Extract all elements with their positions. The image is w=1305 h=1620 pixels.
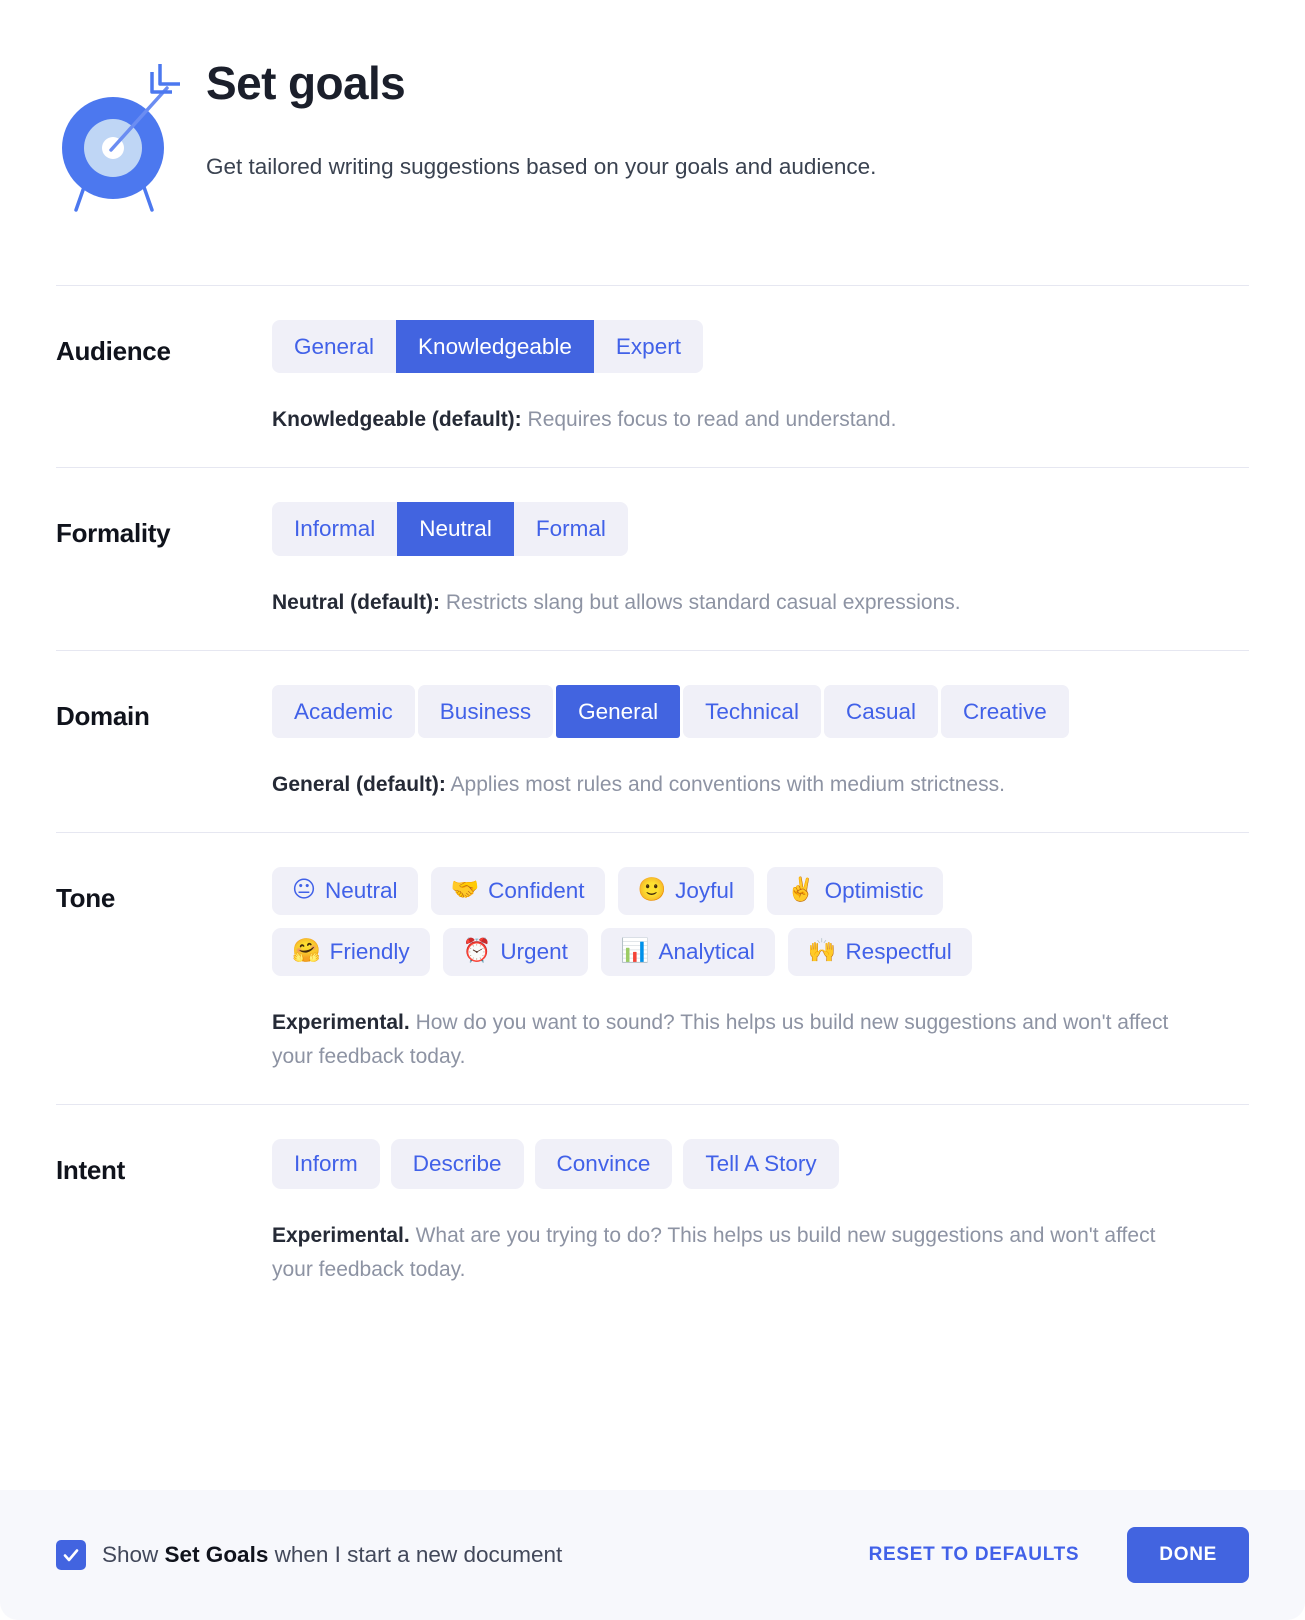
tone-option-optimistic[interactable]: ✌️ Optimistic bbox=[766, 866, 944, 915]
audience-segmented-control[interactable]: General Knowledgeable Expert bbox=[272, 320, 703, 374]
section-label-intent: Intent bbox=[56, 1154, 125, 1185]
tone-option-respectful[interactable]: 🙌 Respectful bbox=[787, 927, 972, 976]
done-button[interactable]: DONE bbox=[1127, 1527, 1249, 1583]
domain-option-casual[interactable]: Casual bbox=[823, 684, 938, 738]
tone-option-urgent[interactable]: ⏰ Urgent bbox=[442, 927, 588, 976]
dialog-footer: Show Set Goals when I start a new docume… bbox=[0, 1490, 1305, 1620]
audience-option-expert[interactable]: Expert bbox=[594, 320, 703, 373]
tone-option-label: Urgent bbox=[500, 938, 568, 964]
intent-option-convince[interactable]: Convince bbox=[534, 1138, 673, 1189]
target-arrow-icon bbox=[56, 52, 206, 223]
handshake-emoji: 🤝 bbox=[450, 877, 480, 904]
formality-helper-text: Neutral (default): Restricts slang but a… bbox=[272, 586, 1202, 620]
victory-hand-emoji: ✌️ bbox=[786, 877, 816, 904]
checkbox-label-strong: Set Goals bbox=[164, 1542, 269, 1567]
dialog-header: Set goals Get tailored writing suggestio… bbox=[56, 0, 1249, 223]
section-content-intent: Inform Describe Convince Tell A Story Ex… bbox=[272, 1138, 1249, 1287]
section-audience: Audience General Knowledgeable Expert Kn… bbox=[56, 286, 1249, 467]
intent-option-describe[interactable]: Describe bbox=[390, 1138, 524, 1189]
set-goals-dialog: Set goals Get tailored writing suggestio… bbox=[0, 0, 1305, 1620]
checkbox-label-pre: Show bbox=[102, 1542, 165, 1567]
tone-option-label: Neutral bbox=[324, 877, 398, 903]
intent-option-tell-a-story[interactable]: Tell A Story bbox=[683, 1138, 839, 1189]
tone-option-analytical[interactable]: 📊 Analytical bbox=[600, 927, 775, 976]
dialog-body: Set goals Get tailored writing suggestio… bbox=[0, 0, 1305, 1490]
domain-option-general[interactable]: General bbox=[556, 684, 681, 738]
checkbox-label-post: when I start a new document bbox=[268, 1542, 563, 1567]
hugging-face-emoji: 🤗 bbox=[292, 938, 321, 965]
intent-helper-text: Experimental. What are you trying to do?… bbox=[272, 1219, 1202, 1287]
formality-option-neutral[interactable]: Neutral bbox=[397, 502, 514, 556]
domain-option-group[interactable]: Academic Business General Technical Casu… bbox=[272, 684, 1249, 738]
domain-option-business[interactable]: Business bbox=[417, 684, 554, 738]
domain-helper-rest: Applies most rules and conventions with … bbox=[445, 772, 1005, 796]
formality-option-formal[interactable]: Formal bbox=[514, 502, 628, 555]
reset-to-defaults-button[interactable]: RESET TO DEFAULTS bbox=[855, 1534, 1094, 1576]
tone-option-joyful[interactable]: 🙂 Joyful bbox=[617, 866, 754, 915]
header-text-block: Set goals Get tailored writing suggestio… bbox=[206, 52, 1249, 183]
audience-option-knowledgeable[interactable]: Knowledgeable bbox=[396, 320, 594, 374]
tone-helper-strong: Experimental. bbox=[272, 1010, 410, 1034]
section-label-audience: Audience bbox=[56, 336, 171, 366]
section-intent: Intent Inform Describe Convince Tell A S… bbox=[56, 1105, 1249, 1317]
audience-helper-rest: Requires focus to read and understand. bbox=[521, 408, 897, 432]
section-content-formality: Informal Neutral Formal Neutral (default… bbox=[272, 502, 1249, 619]
audience-helper-text: Knowledgeable (default): Requires focus … bbox=[272, 403, 1202, 437]
neutral-face-emoji: 😐 bbox=[292, 877, 316, 904]
section-content-domain: Academic Business General Technical Casu… bbox=[272, 684, 1249, 802]
tone-option-confident[interactable]: 🤝 Confident bbox=[430, 866, 605, 915]
page-title: Set goals bbox=[206, 57, 406, 109]
show-set-goals-checkbox[interactable] bbox=[56, 1540, 86, 1570]
tone-option-label: Optimistic bbox=[824, 877, 924, 903]
intent-helper-strong: Experimental. bbox=[272, 1223, 410, 1247]
section-content-audience: General Knowledgeable Expert Knowledgeab… bbox=[272, 320, 1249, 437]
section-formality: Formality Informal Neutral Formal Neutra… bbox=[56, 468, 1249, 649]
section-content-tone: 😐 Neutral 🤝 Confident 🙂 Joyful ✌️ Optimi… bbox=[272, 866, 1249, 1074]
tone-option-friendly[interactable]: 🤗 Friendly bbox=[272, 927, 430, 976]
audience-helper-strong: Knowledgeable (default): bbox=[272, 408, 522, 432]
section-label-formality: Formality bbox=[56, 518, 171, 549]
domain-option-academic[interactable]: Academic bbox=[272, 684, 415, 738]
tone-option-neutral[interactable]: 😐 Neutral bbox=[272, 866, 418, 915]
tone-option-label: Friendly bbox=[329, 938, 410, 964]
formality-helper-rest: Restricts slang but allows standard casu… bbox=[440, 590, 961, 614]
section-domain: Domain Academic Business General Technic… bbox=[56, 651, 1249, 832]
section-label-domain: Domain bbox=[56, 700, 150, 731]
formality-segmented-control[interactable]: Informal Neutral Formal bbox=[272, 502, 628, 556]
footer-left-group: Show Set Goals when I start a new docume… bbox=[56, 1540, 835, 1570]
domain-option-technical[interactable]: Technical bbox=[683, 684, 821, 738]
domain-helper-text: General (default): Applies most rules an… bbox=[272, 768, 1202, 802]
tone-option-label: Respectful bbox=[845, 938, 952, 964]
alarm-clock-emoji: ⏰ bbox=[462, 938, 492, 965]
section-tone: Tone 😐 Neutral 🤝 Confident 🙂 Joyful ✌️ O… bbox=[56, 833, 1249, 1104]
tone-helper-text: Experimental. How do you want to sound? … bbox=[272, 1006, 1202, 1074]
section-label-tone: Tone bbox=[56, 882, 115, 913]
tone-option-group[interactable]: 😐 Neutral 🤝 Confident 🙂 Joyful ✌️ Optimi… bbox=[272, 866, 1062, 976]
tone-option-label: Confident bbox=[488, 877, 585, 903]
formality-helper-strong: Neutral (default): bbox=[272, 590, 440, 614]
audience-option-general[interactable]: General bbox=[272, 320, 396, 373]
tone-option-label: Analytical bbox=[658, 938, 755, 964]
formality-option-informal[interactable]: Informal bbox=[272, 502, 397, 555]
bar-chart-emoji: 📊 bbox=[620, 938, 650, 965]
slightly-smiling-face-emoji: 🙂 bbox=[637, 877, 667, 904]
intent-option-group[interactable]: Inform Describe Convince Tell A Story bbox=[272, 1138, 1249, 1189]
intent-option-inform[interactable]: Inform bbox=[272, 1138, 380, 1189]
tone-option-label: Joyful bbox=[675, 877, 734, 903]
checkmark-icon bbox=[63, 1549, 79, 1562]
domain-helper-strong: General (default): bbox=[272, 772, 446, 796]
raising-hands-emoji: 🙌 bbox=[807, 938, 837, 965]
domain-option-creative[interactable]: Creative bbox=[941, 684, 1069, 738]
page-subtitle: Get tailored writing suggestions based o… bbox=[206, 153, 877, 179]
show-set-goals-label: Show Set Goals when I start a new docume… bbox=[102, 1542, 562, 1568]
